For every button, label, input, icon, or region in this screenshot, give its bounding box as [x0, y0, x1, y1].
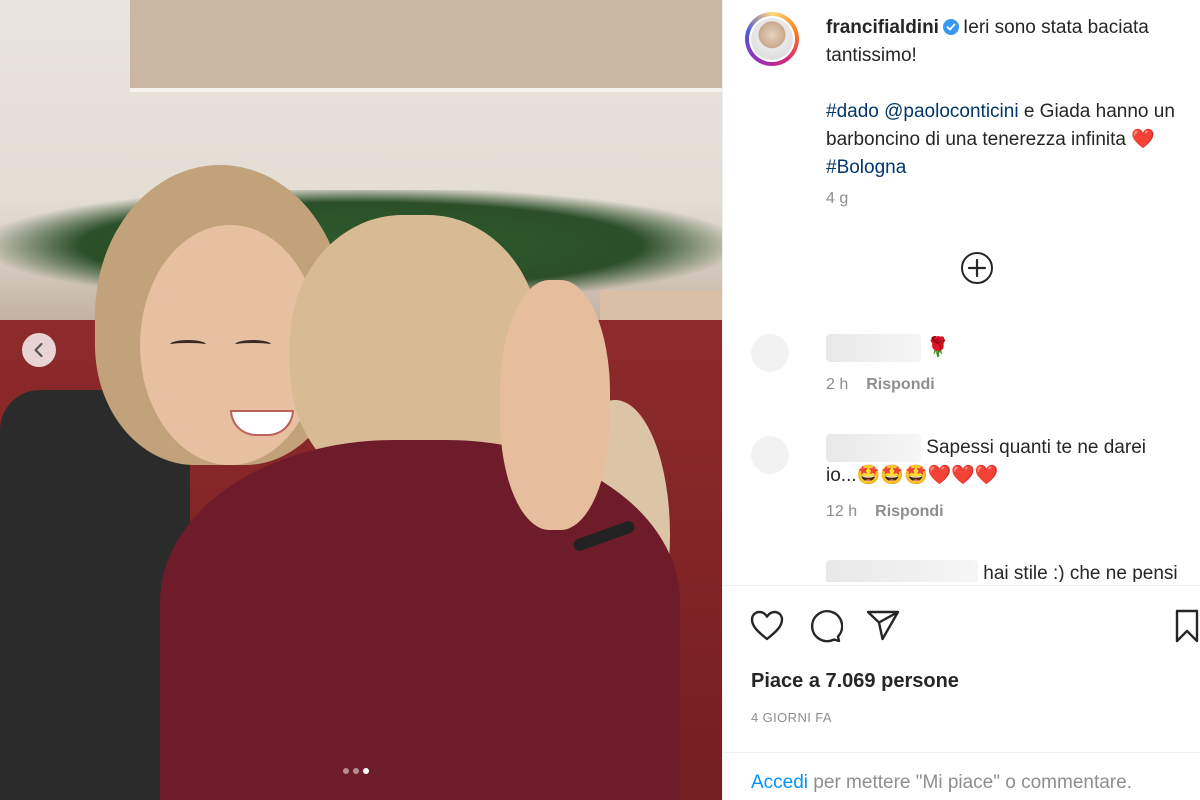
sweater [160, 440, 680, 800]
mention-link[interactable]: @paoloconticini [884, 101, 1018, 122]
chevron-left-icon [34, 342, 43, 358]
commenter-avatar[interactable] [751, 334, 789, 372]
heart-emoji: ❤️ [1131, 129, 1155, 150]
load-more-comments-button[interactable] [959, 250, 995, 286]
hashtag-link[interactable]: #Bologna [826, 157, 906, 178]
post-caption: francifialdini Ieri sono stata baciata ta… [826, 14, 1186, 182]
comment-meta: 12 h Rispondi [826, 503, 944, 520]
carousel-dots [343, 768, 369, 774]
eye-left [170, 340, 206, 349]
commenter-username[interactable]: xxxxxxxxxx [826, 334, 921, 362]
divider [723, 752, 1200, 753]
like-heart-icon[interactable] [749, 608, 785, 644]
profile-picture [751, 18, 793, 60]
divider [723, 585, 1200, 586]
commenter-username[interactable]: xxxxxxxxxx [826, 434, 921, 462]
carousel-dot [343, 768, 349, 774]
carousel-dot-active [363, 768, 369, 774]
eye-right [235, 340, 271, 349]
comment-text: xxxxxxxxxx Sapessi quanti te ne darei io… [826, 434, 1146, 490]
commenter-username[interactable]: xxxxxxxxxxxxxxxx [826, 560, 978, 582]
hashtag-link[interactable]: #dado [826, 101, 879, 122]
verified-badge-icon [942, 19, 959, 35]
comment-icon[interactable] [807, 608, 843, 644]
reply-button[interactable]: Rispondi [866, 376, 934, 393]
author-username[interactable]: francifialdini [826, 17, 939, 38]
post-actions [749, 608, 1200, 648]
hand [500, 280, 610, 530]
author-avatar[interactable] [745, 12, 799, 66]
carousel-dot [353, 768, 359, 774]
comment-text: xxxxxxxxxx 🌹 [826, 334, 950, 362]
post-photo [0, 0, 722, 800]
likes-count[interactable]: Piace a 7.069 persone [751, 670, 959, 693]
login-prompt: Accedi per mettere "Mi piace" o commenta… [751, 772, 1132, 793]
post-date[interactable]: 4 GIORNI FA [751, 710, 832, 725]
comment-text: xxxxxxxxxxxxxxxx hai stile :) che ne pen… [826, 560, 1200, 582]
reply-button[interactable]: Rispondi [875, 503, 943, 520]
login-link[interactable]: Accedi [751, 772, 808, 793]
comment-meta: 2 h Rispondi [826, 376, 935, 393]
save-bookmark-icon[interactable] [1169, 608, 1200, 644]
ceiling [130, 0, 722, 92]
share-icon[interactable] [865, 608, 901, 644]
commenter-avatar[interactable] [751, 436, 789, 474]
post-side-panel: francifialdini Ieri sono stata baciata ta… [722, 0, 1200, 800]
carousel-prev-button[interactable] [22, 333, 56, 367]
caption-time: 4 g [826, 190, 849, 207]
